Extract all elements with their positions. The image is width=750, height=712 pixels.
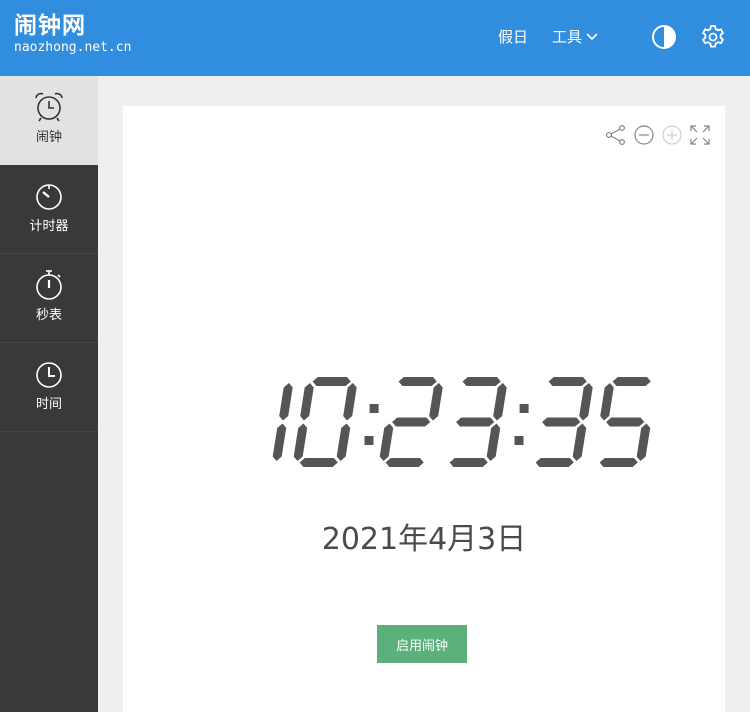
clock-segment — [398, 377, 437, 386]
contrast-icon[interactable] — [651, 24, 677, 50]
clock-segment — [612, 377, 651, 386]
sidebar-item-label: 计时器 — [29, 219, 69, 234]
clock-segment — [456, 417, 495, 427]
clock-segment — [579, 383, 593, 421]
clock-digit-3 — [449, 377, 507, 467]
clock-digit-4 — [535, 377, 593, 467]
clock-segment — [572, 423, 587, 461]
clock-colon-dot — [364, 436, 374, 445]
clock-digit-0 — [272, 383, 293, 461]
chevron-down-icon — [586, 33, 598, 41]
clock-segment — [462, 377, 501, 386]
clock-colon-dot — [369, 404, 379, 413]
digital-clock — [228, 374, 658, 470]
clock-segment — [449, 458, 488, 467]
clock-colon-dot — [514, 436, 524, 445]
top-header: 闹钟网 naozhong.net.cn 假日 工具 — [0, 0, 750, 76]
stopwatch-icon — [36, 270, 62, 300]
clock-segment — [548, 377, 587, 386]
nav-tools-label: 工具 — [552, 28, 583, 46]
clock-segment — [299, 458, 338, 467]
sidebar-item-timer[interactable]: 计时器 — [0, 165, 98, 254]
sidebar-item-label: 秒表 — [35, 308, 62, 323]
sidebar: 闹钟 计时器 秒表 时间 — [0, 76, 98, 712]
clock-segment — [486, 423, 501, 461]
clock-segment — [379, 423, 394, 461]
clock-segment — [312, 377, 351, 386]
timer-icon — [36, 184, 62, 210]
clock-digit-5 — [599, 377, 651, 467]
clock-digit-1 — [293, 377, 357, 467]
zoom-out-icon[interactable] — [633, 124, 655, 146]
sidebar-item-stopwatch[interactable]: 秒表 — [0, 254, 98, 343]
sidebar-item-time[interactable]: 时间 — [0, 343, 98, 432]
clock-segment — [542, 417, 581, 427]
clock-colon-dot — [519, 404, 529, 413]
clock-segment — [535, 458, 574, 467]
nav-holiday-link[interactable]: 假日 — [498, 27, 528, 47]
clock-digit-2 — [379, 377, 443, 467]
clock-segment — [343, 383, 357, 421]
enable-alarm-button[interactable]: 启用闹钟 — [377, 625, 467, 663]
clock-segment — [272, 423, 287, 461]
share-icon[interactable] — [605, 124, 627, 146]
nav-tools-dropdown[interactable]: 工具 — [552, 27, 598, 47]
clock-segment — [336, 423, 351, 461]
zoom-in-icon[interactable] — [661, 124, 683, 146]
sidebar-item-label: 时间 — [35, 397, 62, 412]
clock-segment — [279, 383, 293, 421]
clock-icon — [36, 362, 62, 388]
gear-icon[interactable] — [700, 24, 726, 50]
brand-title: 闹钟网 — [14, 13, 86, 39]
clock-segment — [385, 458, 424, 467]
clock-segment — [300, 383, 314, 421]
clock-panel: 2021年4月3日 启用闹钟 — [123, 106, 725, 712]
date-display: 2021年4月3日 — [321, 522, 527, 557]
panel-toolbar — [605, 124, 711, 146]
clock-segment — [429, 383, 443, 421]
clock-segment — [606, 417, 645, 427]
clock-segment — [293, 423, 308, 461]
clock-segment — [392, 417, 431, 427]
sidebar-item-alarm[interactable]: 闹钟 — [0, 76, 98, 165]
sidebar-item-label: 闹钟 — [35, 130, 62, 145]
brand-logo[interactable]: 闹钟网 naozhong.net.cn — [14, 12, 131, 55]
clock-segment — [636, 423, 651, 461]
clock-segment — [599, 458, 638, 467]
brand-subtitle: naozhong.net.cn — [14, 40, 132, 55]
clock-segment — [600, 383, 614, 421]
fullscreen-icon[interactable] — [689, 124, 711, 146]
digital-clock-display — [272, 377, 651, 467]
clock-segment — [493, 383, 507, 421]
alarm-clock-icon — [35, 92, 63, 122]
